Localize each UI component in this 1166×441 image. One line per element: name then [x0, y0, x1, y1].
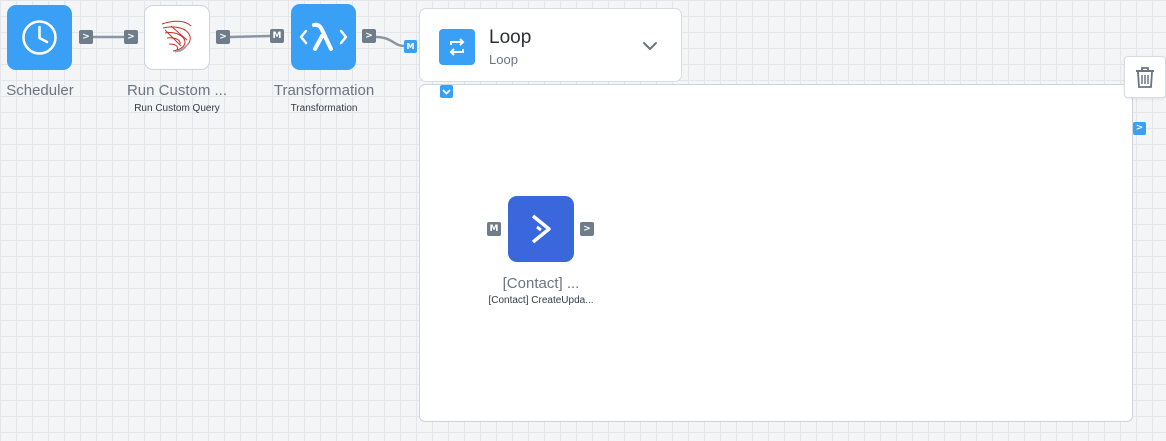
- chevron-down-icon: [442, 89, 451, 95]
- loop-output-port[interactable]: >: [1133, 122, 1146, 135]
- query-output-port[interactable]: >: [216, 30, 230, 44]
- run-custom-query-title: Run Custom ...: [126, 82, 228, 99]
- contact-subtitle: [Contact] CreateUpda...: [488, 295, 594, 306]
- loop-title: Loop: [489, 27, 532, 48]
- contact-node[interactable]: [508, 196, 574, 262]
- run-custom-query-node[interactable]: [144, 5, 210, 70]
- lambda-icon: [299, 22, 348, 51]
- delete-button[interactable]: [1124, 56, 1166, 98]
- run-custom-query-subtitle: Run Custom Query: [134, 103, 220, 114]
- scheduler-title: Scheduler: [6, 82, 74, 99]
- wire-transformation-to-loop: [375, 35, 405, 48]
- activecampaign-icon: [531, 214, 551, 244]
- wire-query-to-transformation: [229, 34, 271, 39]
- trash-icon: [1136, 67, 1154, 88]
- loop-map-port[interactable]: M: [404, 40, 417, 53]
- loop-inner-port[interactable]: [440, 85, 453, 98]
- contact-map-port[interactable]: M: [487, 222, 501, 236]
- transformation-map-port[interactable]: M: [270, 29, 284, 43]
- query-input-port[interactable]: >: [124, 30, 138, 44]
- transformation-title: Transformation: [273, 82, 375, 99]
- sql-server-icon: [161, 20, 192, 53]
- transformation-output-port[interactable]: >: [362, 29, 376, 43]
- transformation-node[interactable]: [291, 4, 356, 70]
- loop-subtitle: Loop: [489, 52, 518, 67]
- contact-output-port[interactable]: >: [580, 222, 594, 236]
- chevron-down-icon[interactable]: [642, 38, 658, 54]
- transformation-subtitle: Transformation: [290, 103, 358, 114]
- loop-header[interactable]: Loop Loop: [419, 8, 682, 82]
- contact-title: [Contact] ...: [502, 275, 580, 292]
- loop-icon: [439, 29, 475, 65]
- scheduler-output-port[interactable]: >: [79, 30, 93, 44]
- clock-icon: [22, 20, 57, 55]
- scheduler-node[interactable]: [7, 5, 72, 70]
